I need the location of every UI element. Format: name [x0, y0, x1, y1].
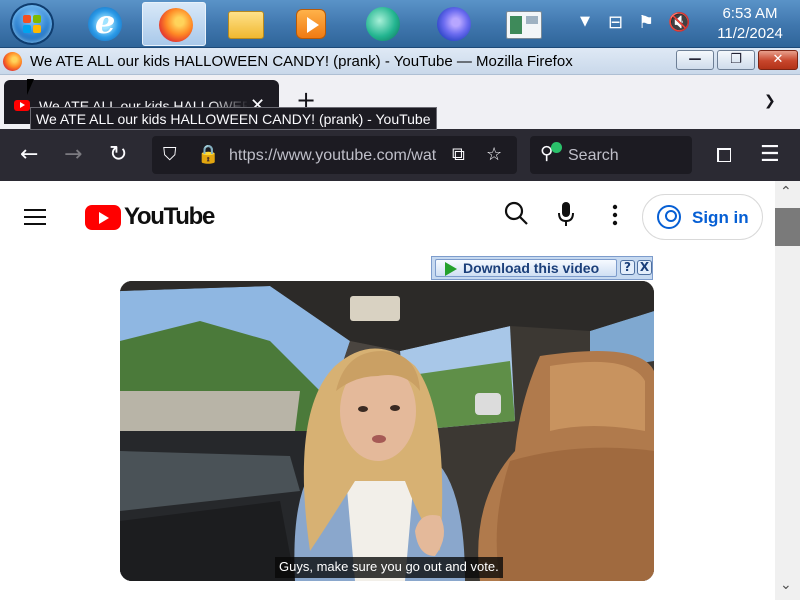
video-caption: Guys, make sure you go out and vote.: [275, 557, 503, 578]
start-button[interactable]: [10, 3, 54, 45]
download-helper-bar: Download this video ? X: [431, 256, 653, 280]
youtube-logo-icon[interactable]: [85, 205, 121, 230]
url-text[interactable]: https://www.youtube.com/watch: [229, 147, 437, 165]
taskbar-file-explorer[interactable]: [212, 2, 276, 46]
action-center-flag-icon[interactable]: ⚑: [638, 12, 654, 33]
taskbar-app[interactable]: [350, 2, 414, 46]
windows-logo-icon: [23, 15, 41, 33]
window-title: We ATE ALL our kids HALLOWEEN CANDY! (pr…: [30, 53, 573, 70]
back-button[interactable]: ←: [20, 143, 38, 167]
search-bar[interactable]: ⚲ Search: [530, 136, 692, 174]
file-explorer-icon: [228, 11, 264, 39]
close-button[interactable]: ✕: [758, 50, 798, 70]
video-player[interactable]: Guys, make sure you go out and vote.: [120, 281, 654, 581]
youtube-favicon-icon: [14, 100, 30, 111]
navigation-toolbar: ← → ↻ ⛉ 🔒 https://www.youtube.com/watch …: [0, 129, 800, 181]
tracking-protection-shield-icon[interactable]: ⛉: [163, 144, 177, 165]
download-close-button[interactable]: X: [637, 260, 652, 275]
taskbar-media-player[interactable]: [278, 2, 342, 46]
network-icon[interactable]: ⊟: [608, 12, 623, 33]
download-video-button[interactable]: Download this video: [435, 259, 617, 277]
clock-date: 11/2/2024: [717, 25, 783, 42]
address-bar[interactable]: ⛉ 🔒 https://www.youtube.com/watch ⧉ ☆: [152, 136, 517, 174]
download-play-icon: [445, 262, 457, 276]
show-hidden-icons-icon[interactable]: ▼: [580, 14, 590, 29]
youtube-search-icon[interactable]: [503, 200, 529, 232]
window-app-icon: [506, 11, 542, 39]
scrollbar-thumb[interactable]: [775, 208, 800, 246]
clock-time: 6:53 AM: [722, 5, 778, 22]
more-options-icon[interactable]: [609, 203, 621, 233]
taskbar-firefox[interactable]: [142, 2, 206, 46]
app-icon: [366, 7, 400, 41]
scroll-up-arrow-icon[interactable]: ⌃: [780, 184, 792, 200]
picture-in-picture-icon[interactable]: ⧉: [452, 144, 465, 165]
extensions-icon[interactable]: ⧠: [716, 143, 732, 167]
taskbar-internet-explorer[interactable]: [72, 2, 136, 46]
video-frame: [120, 281, 654, 581]
firefox-developer-icon: [437, 7, 471, 41]
window-title-bar: We ATE ALL our kids HALLOWEEN CANDY! (pr…: [0, 48, 800, 75]
sign-in-label: Sign in: [692, 208, 749, 227]
firefox-icon: [159, 8, 193, 42]
account-circle-icon: [657, 205, 681, 229]
volume-muted-icon[interactable]: 🔇: [668, 12, 690, 33]
page-scrollbar[interactable]: ⌃ ⌄: [775, 181, 800, 600]
download-video-label: Download this video: [463, 260, 600, 276]
taskbar-window-app[interactable]: [490, 2, 554, 46]
search-placeholder: Search: [568, 147, 619, 164]
download-help-button[interactable]: ?: [620, 260, 635, 275]
media-player-icon: [296, 9, 326, 39]
firefox-icon: [3, 52, 22, 71]
web-page: YouTube Sign in Download this video ? X: [0, 181, 775, 600]
scroll-down-arrow-icon[interactable]: ⌄: [780, 577, 792, 593]
window-controls: — ❐ ✕: [676, 50, 798, 71]
tab-tooltip: We ATE ALL our kids HALLOWEEN CANDY! (pr…: [30, 107, 437, 130]
internet-explorer-icon: [88, 3, 122, 41]
youtube-guide-menu-icon[interactable]: [24, 209, 46, 225]
youtube-logo-text[interactable]: YouTube: [124, 203, 215, 231]
forward-button[interactable]: →: [64, 143, 82, 167]
mouse-cursor-icon: [27, 79, 41, 95]
system-tray: ▼ ⊟ ⚑ 🔇 6:53 AM 11/2/2024: [574, 0, 800, 48]
list-all-tabs-icon[interactable]: ❯: [764, 93, 776, 109]
taskbar-firefox-developer[interactable]: [421, 2, 485, 46]
voice-search-icon[interactable]: [556, 201, 576, 233]
taskbar: ▼ ⊟ ⚑ 🔇 6:53 AM 11/2/2024: [0, 0, 800, 48]
maximize-button[interactable]: ❐: [717, 50, 755, 70]
bookmark-star-icon[interactable]: ☆: [486, 144, 502, 165]
search-engine-badge-icon: [551, 142, 562, 153]
minimize-button[interactable]: —: [676, 50, 714, 70]
lock-icon[interactable]: 🔒: [197, 144, 219, 165]
app-menu-icon[interactable]: ☰: [760, 143, 780, 167]
reload-button[interactable]: ↻: [109, 143, 127, 167]
taskbar-clock[interactable]: 6:53 AM 11/2/2024: [702, 4, 798, 44]
sign-in-button[interactable]: Sign in: [642, 194, 763, 240]
